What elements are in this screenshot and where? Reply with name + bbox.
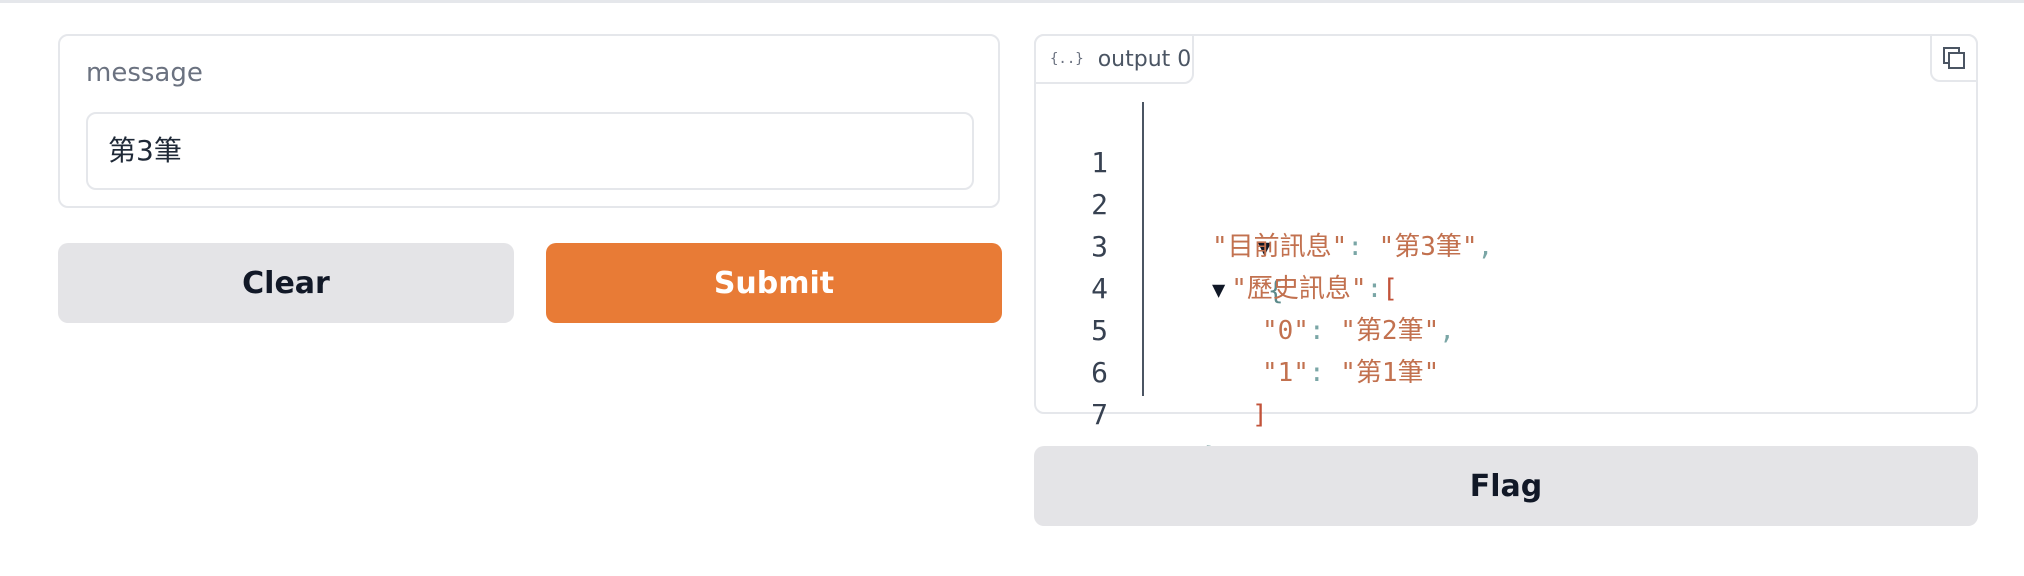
copy-button[interactable] — [1930, 34, 1978, 82]
json-icon: {..} — [1050, 51, 1084, 67]
code-line: 2 "目前訊息": "第3筆", — [1036, 142, 1493, 262]
json-key: "歷史訊息" — [1231, 274, 1367, 304]
flag-button[interactable]: Flag — [1034, 446, 1978, 526]
output-json-card: {..} output 0 1 ▼ { 2 "目前訊息": "第3筆", 3 ▼… — [1034, 34, 1978, 472]
json-string-value: "第2筆" — [1340, 316, 1440, 346]
json-open-bracket: [ — [1382, 274, 1398, 304]
json-colon: : — [1308, 358, 1341, 388]
copy-icon — [1943, 47, 1965, 69]
clear-button[interactable]: Clear — [58, 243, 514, 323]
line-number: 7 — [1091, 398, 1108, 431]
json-string-value: "第3筆" — [1378, 232, 1478, 262]
code-line: 7 } — [1036, 352, 1220, 472]
json-comma: , — [1477, 232, 1494, 262]
submit-button[interactable]: Submit — [546, 243, 1002, 323]
json-colon: : — [1347, 232, 1379, 262]
json-close-bracket: ] — [1252, 400, 1268, 430]
json-key: "目前訊息" — [1212, 232, 1348, 262]
json-colon: : — [1366, 274, 1383, 304]
gutter-divider — [1142, 102, 1144, 396]
json-string-value: "第1筆" — [1340, 358, 1440, 388]
code-line: 6 ] — [1036, 310, 1268, 430]
output-tab-label: output 0 — [1097, 46, 1192, 72]
message-label: message — [86, 58, 203, 88]
code-line: 4 "0": "第2筆", — [1036, 226, 1455, 346]
message-textbox[interactable]: 第3筆 — [86, 112, 974, 190]
json-colon: : — [1308, 316, 1341, 346]
top-divider — [0, 0, 2024, 3]
message-input-card: message 第3筆 — [58, 34, 1000, 208]
json-comma: , — [1439, 316, 1455, 346]
code-line: 3 ▼ "歷史訊息":[ — [1036, 184, 1398, 304]
code-line: 1 ▼ { — [1036, 100, 1283, 306]
collapse-triangle-icon[interactable]: ▼ — [1212, 278, 1225, 303]
json-key: "1" — [1262, 358, 1309, 388]
json-key: "0" — [1262, 316, 1309, 346]
code-line: 5 "1": "第1筆" — [1036, 268, 1439, 388]
output-tab: {..} output 0 — [1034, 34, 1194, 84]
